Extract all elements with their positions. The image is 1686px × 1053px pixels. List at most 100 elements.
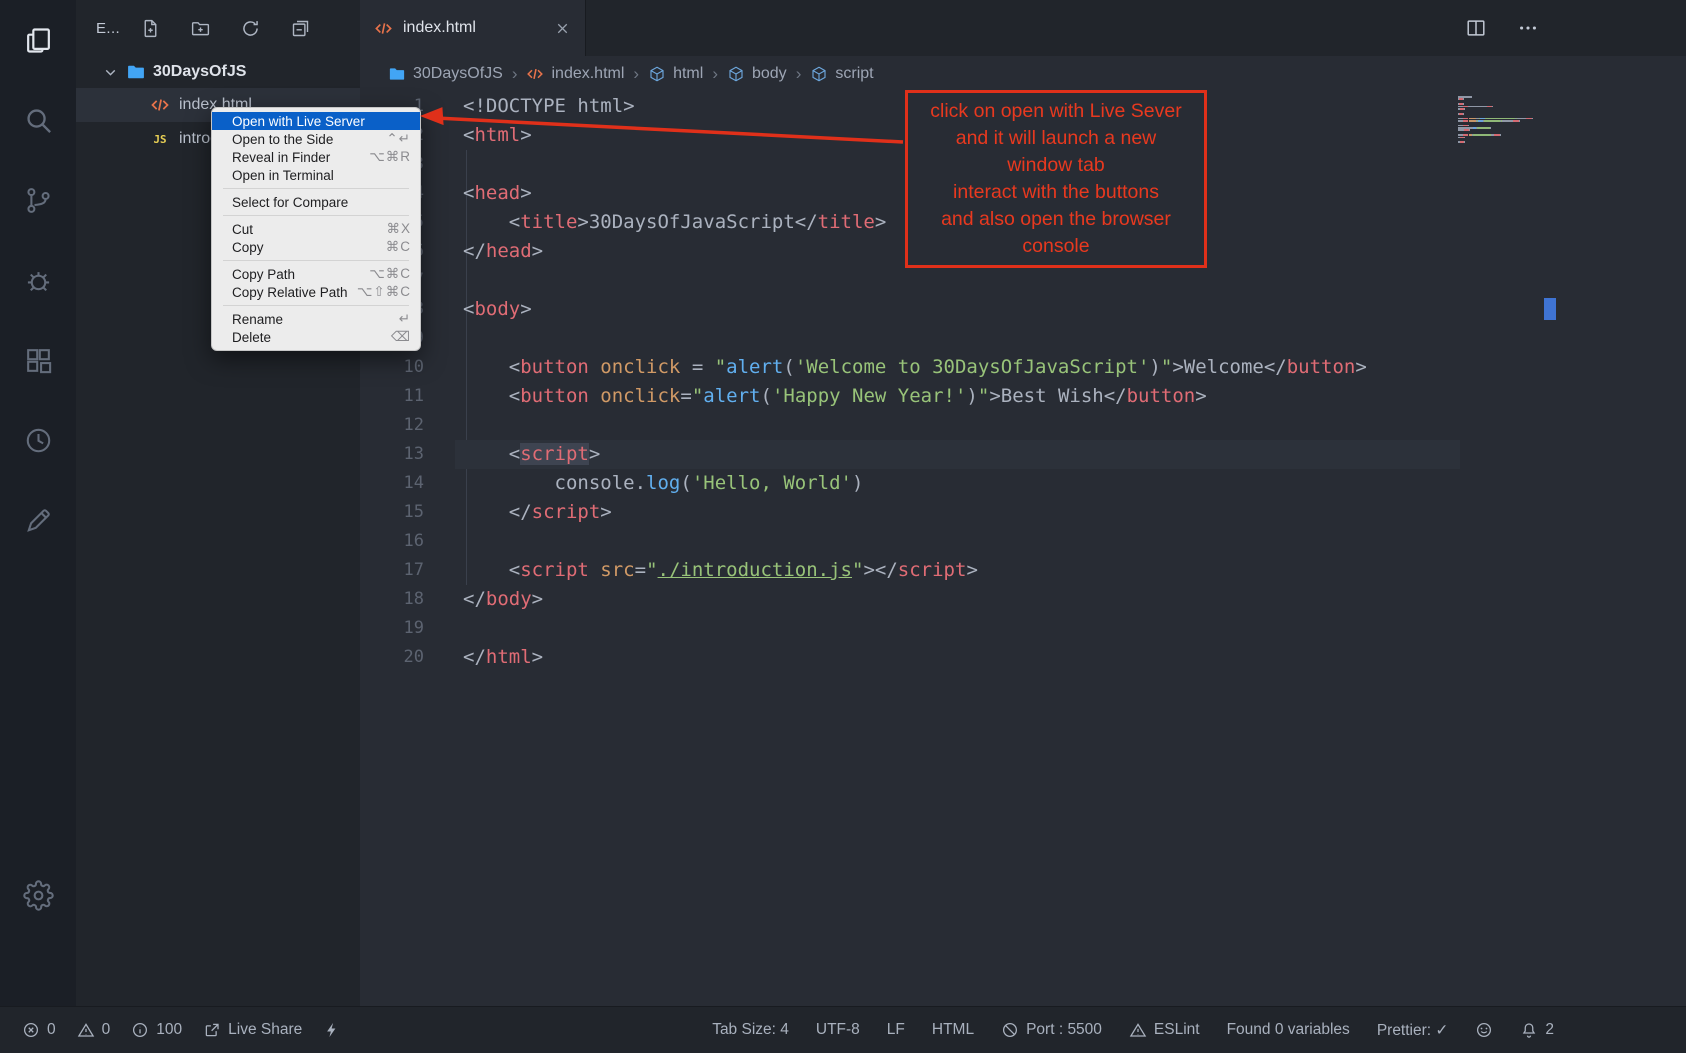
code-line[interactable]: 13 <script> — [360, 440, 1686, 469]
code-text[interactable]: <html> — [463, 121, 532, 150]
tab-index-html[interactable]: index.html — [360, 0, 586, 56]
breadcrumb-index-html[interactable]: index.html — [526, 65, 624, 83]
status-eol[interactable]: LF — [887, 1021, 905, 1039]
code-text[interactable]: <script> — [463, 440, 600, 469]
code-line[interactable]: 16 — [360, 527, 1686, 556]
html-file-icon — [526, 65, 544, 83]
status-notifications[interactable]: 2 — [1520, 1021, 1554, 1039]
status-warnings[interactable]: 0 — [77, 1021, 111, 1039]
menu-item-copy-path[interactable]: Copy Path⌥⌘C — [212, 265, 420, 283]
line-number[interactable]: 14 — [360, 469, 424, 498]
breadcrumb-html[interactable]: html — [648, 65, 703, 83]
activity-search[interactable] — [0, 80, 76, 160]
menu-item-reveal-in-finder[interactable]: Reveal in Finder⌥⌘R — [212, 148, 420, 166]
activity-run-debug[interactable] — [0, 240, 76, 320]
code-text[interactable]: <button onclick="alert('Happy New Year!'… — [463, 382, 1207, 411]
code-text[interactable]: <head> — [463, 179, 532, 208]
code-text[interactable]: <!DOCTYPE html> — [463, 92, 635, 121]
activity-extensions[interactable] — [0, 320, 76, 400]
activity-time[interactable] — [0, 400, 76, 480]
line-number[interactable]: 19 — [360, 614, 424, 643]
code-line[interactable]: 20 </html> — [360, 643, 1686, 672]
code-text[interactable]: <title>30DaysOfJavaScript</title> — [463, 208, 886, 237]
scrollbar-marker[interactable] — [1544, 298, 1556, 320]
activity-settings[interactable] — [0, 855, 76, 935]
code-text[interactable]: </html> — [463, 643, 543, 672]
code-token: 'Happy New Year!' — [772, 385, 966, 407]
code-line[interactable]: 12 — [360, 411, 1686, 440]
status-errors[interactable]: 0 — [22, 1021, 56, 1039]
split-editor-icon[interactable] — [1465, 17, 1487, 39]
line-number[interactable]: 16 — [360, 527, 424, 556]
breadcrumb-30daysofjs[interactable]: 30DaysOfJS — [388, 65, 503, 83]
code-line[interactable]: 18 </body> — [360, 585, 1686, 614]
menu-item-cut[interactable]: Cut⌘X — [212, 220, 420, 238]
activity-feedback[interactable] — [0, 480, 76, 560]
code-token: </ — [463, 501, 532, 523]
line-number[interactable]: 20 — [360, 643, 424, 672]
tab-bar: index.html — [360, 0, 1686, 56]
status-port[interactable]: Port : 5500 — [1001, 1021, 1102, 1039]
breadcrumb-label: html — [673, 65, 703, 83]
code-line[interactable]: 8<body> — [360, 295, 1686, 324]
breadcrumb-separator: › — [796, 64, 802, 84]
menu-item-delete[interactable]: Delete⌫ — [212, 328, 420, 346]
menu-item-open-in-terminal[interactable]: Open in Terminal — [212, 166, 420, 184]
status-variables[interactable]: Found 0 variables — [1227, 1021, 1350, 1039]
line-number[interactable]: 13 — [360, 440, 424, 469]
status-prettier[interactable]: Prettier: ✓ — [1377, 1021, 1449, 1040]
line-number[interactable]: 11 — [360, 382, 424, 411]
code-text[interactable]: console.log('Hello, World') — [463, 469, 863, 498]
menu-item-copy-relative-path[interactable]: Copy Relative Path⌥⇧⌘C — [212, 283, 420, 301]
code-text[interactable]: <button onclick = "alert('Welcome to 30D… — [463, 353, 1367, 382]
code-text[interactable]: </head> — [463, 237, 543, 266]
code-line[interactable]: 11 <button onclick="alert('Happy New Yea… — [360, 382, 1686, 411]
line-number[interactable]: 15 — [360, 498, 424, 527]
code-text[interactable]: </body> — [463, 585, 543, 614]
breadcrumb-label: body — [752, 65, 787, 83]
status-eslint[interactable]: ESLint — [1129, 1021, 1200, 1039]
status-info[interactable]: 100 — [131, 1021, 182, 1039]
line-number[interactable]: 12 — [360, 411, 424, 440]
line-number[interactable]: 17 — [360, 556, 424, 585]
status-language-mode[interactable]: HTML — [932, 1021, 974, 1039]
refresh-button[interactable] — [240, 18, 261, 39]
code-line[interactable]: 15 </script> — [360, 498, 1686, 527]
code-line[interactable]: 9 — [360, 324, 1686, 353]
minimap[interactable] — [1458, 96, 1543, 148]
menu-item-shortcut: ⌥⇧⌘C — [357, 284, 411, 300]
line-number[interactable]: 10 — [360, 353, 424, 382]
code-line[interactable]: 17 <script src="./introduction.js"></scr… — [360, 556, 1686, 585]
status-quick-action[interactable] — [323, 1021, 341, 1039]
status-tab-size[interactable]: Tab Size: 4 — [712, 1021, 789, 1039]
line-number[interactable]: 18 — [360, 585, 424, 614]
status-feedback-smiley[interactable] — [1475, 1021, 1493, 1039]
new-folder-button[interactable] — [190, 18, 211, 39]
status-live-share[interactable]: Live Share — [203, 1021, 302, 1039]
close-icon[interactable] — [554, 20, 571, 37]
code-text[interactable]: </script> — [463, 498, 612, 527]
error-circle-icon — [22, 1021, 40, 1039]
menu-item-select-for-compare[interactable]: Select for Compare — [212, 193, 420, 211]
code-token — [589, 385, 600, 407]
code-line[interactable]: 7 — [360, 266, 1686, 295]
menu-item-open-with-live-server[interactable]: Open with Live Server — [212, 112, 420, 130]
new-file-button[interactable] — [140, 18, 161, 39]
menu-item-rename[interactable]: Rename↵ — [212, 310, 420, 328]
status-encoding[interactable]: UTF-8 — [816, 1021, 860, 1039]
activity-source-control[interactable] — [0, 160, 76, 240]
collapse-all-button[interactable] — [290, 18, 311, 39]
code-line[interactable]: 14 console.log('Hello, World') — [360, 469, 1686, 498]
folder-row-30daysofjs[interactable]: 30DaysOfJS — [76, 56, 360, 88]
more-actions-icon[interactable] — [1517, 17, 1539, 39]
menu-item-copy[interactable]: Copy⌘C — [212, 238, 420, 256]
code-text[interactable]: <script src="./introduction.js"></script… — [463, 556, 978, 585]
breadcrumb-script[interactable]: script — [810, 65, 873, 83]
activity-explorer[interactable] — [0, 0, 76, 80]
code-line[interactable]: 19 — [360, 614, 1686, 643]
code-text[interactable]: <body> — [463, 295, 532, 324]
code-line[interactable]: 10 <button onclick = "alert('Welcome to … — [360, 353, 1686, 382]
menu-item-open-to-the-side[interactable]: Open to the Side⌃↵ — [212, 130, 420, 148]
menu-item-label: Open to the Side — [232, 132, 333, 147]
breadcrumb-body[interactable]: body — [727, 65, 787, 83]
